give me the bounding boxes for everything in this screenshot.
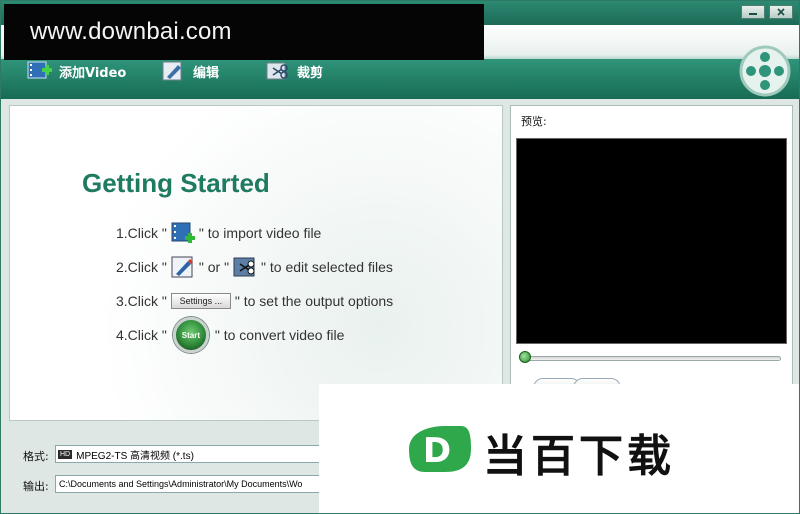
brand-name: 当百下载 xyxy=(483,431,675,482)
getting-started-title: Getting Started xyxy=(82,168,270,198)
getting-started-panel: Getting Started 1.Click " " to import vi… xyxy=(9,105,503,421)
add-video-icon xyxy=(171,222,195,243)
minimize-icon xyxy=(749,13,757,15)
trim-icon xyxy=(233,257,255,277)
close-button[interactable] xyxy=(769,5,793,19)
add-video-button[interactable]: 添加Video xyxy=(27,57,126,85)
preview-panel: 预览: xyxy=(510,105,793,398)
trim-icon xyxy=(266,62,288,80)
add-video-label: 添加Video xyxy=(59,65,127,81)
brand-logo-icon: D xyxy=(409,426,471,472)
format-value: MPEG2-TS 高清视频 (*.ts) xyxy=(76,450,194,462)
hd-badge: HD xyxy=(58,449,73,459)
edit-icon xyxy=(162,61,182,81)
film-reel-icon xyxy=(739,45,791,97)
edit-button[interactable]: 编辑 xyxy=(161,57,219,85)
add-video-icon xyxy=(27,61,52,79)
minimize-button[interactable] xyxy=(741,5,765,19)
step-2: 2.Click " " or " " to edit selected file… xyxy=(116,254,393,280)
step-3: 3.Click " Settings ... " to set the outp… xyxy=(116,293,394,309)
seek-handle[interactable] xyxy=(519,351,531,363)
watermark-url: www.downbai.com xyxy=(30,18,232,45)
edit-label: 编辑 xyxy=(193,65,220,81)
preview-screen xyxy=(516,138,787,344)
format-select[interactable]: HD MPEG2-TS 高清视频 (*.ts) xyxy=(55,445,355,463)
trim-button[interactable]: 裁剪 xyxy=(265,57,323,85)
edit-icon xyxy=(171,256,193,278)
seek-bar[interactable] xyxy=(523,356,781,361)
preview-label: 预览: xyxy=(521,115,547,128)
watermark-banner: www.downbai.com xyxy=(4,4,484,60)
brand-watermark: D 当百下载 xyxy=(319,384,799,513)
output-path-field[interactable]: C:\Documents and Settings\Administrator\… xyxy=(55,475,355,493)
step-1: 1.Click " " to import video file xyxy=(116,220,321,246)
step-4: 4.Click " Start " to convert video file xyxy=(116,317,344,353)
app-window: 添加Video 编辑 裁剪 www.downbai.com Getting St… xyxy=(0,0,800,514)
format-label: 格式: xyxy=(23,450,49,463)
close-icon xyxy=(777,8,785,16)
output-label: 输出: xyxy=(23,480,49,493)
output-path-value: C:\Documents and Settings\Administrator\… xyxy=(59,479,303,489)
svg-text:D: D xyxy=(423,431,451,471)
trim-label: 裁剪 xyxy=(297,65,324,81)
start-button-illustration: Start xyxy=(172,317,209,353)
settings-button-illustration: Settings ... xyxy=(170,293,231,309)
